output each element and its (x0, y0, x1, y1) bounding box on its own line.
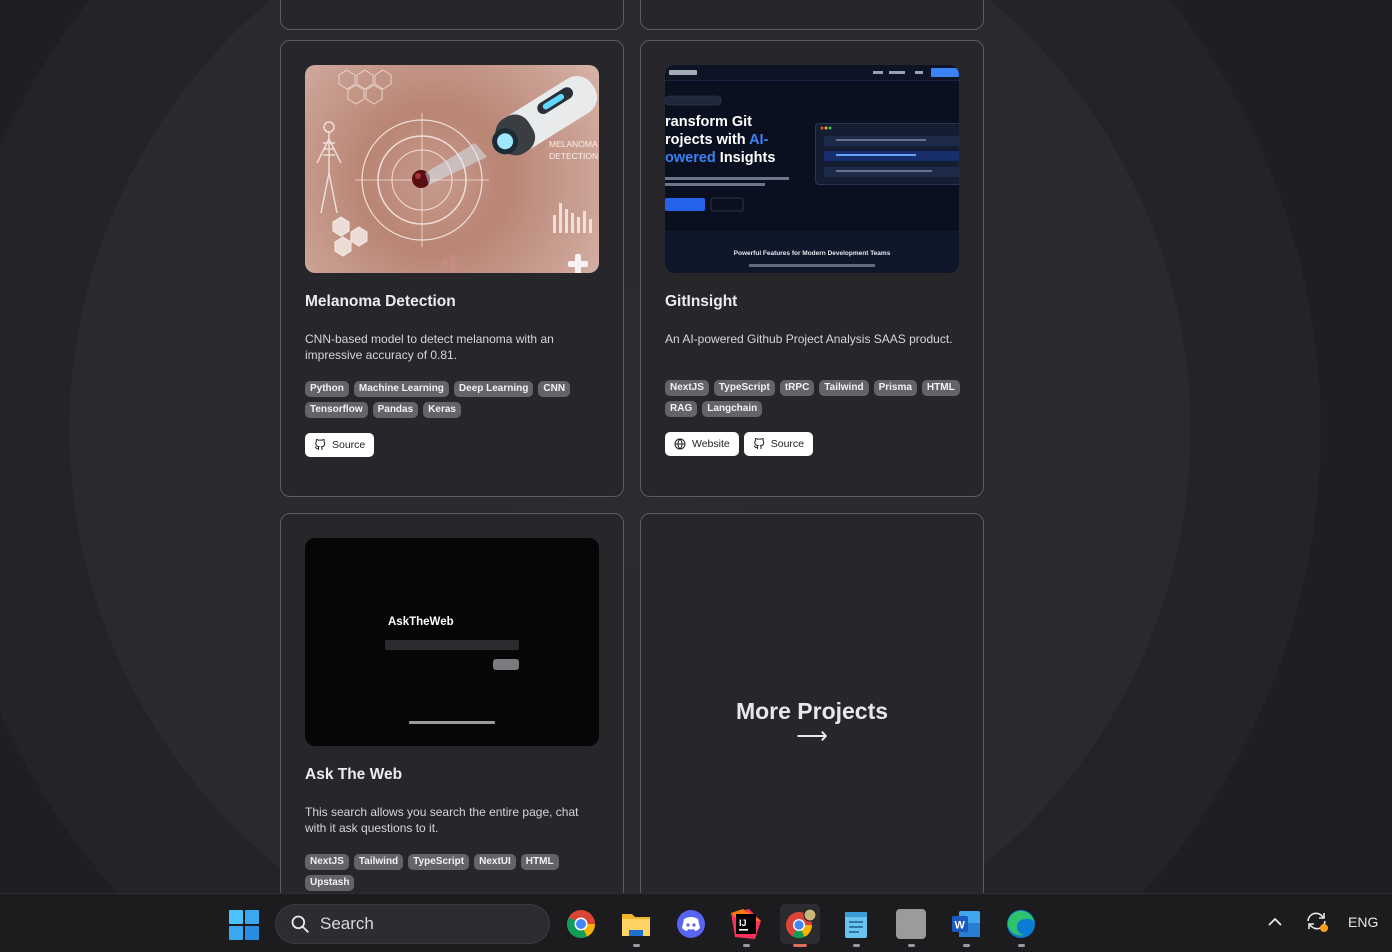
more-projects-label: More Projects (735, 697, 889, 724)
tag-list: NextJS Tailwind TypeScript NextUI HTML U… (305, 854, 605, 891)
taskbar-search[interactable]: Search (275, 904, 550, 944)
taskbar: Search IJ W ENG (0, 893, 1392, 952)
thumb-footer: Powerful Features for Modern Development… (733, 250, 891, 257)
tag: NextJS (305, 854, 349, 870)
chevron-up-icon[interactable] (1264, 911, 1286, 933)
arrow-right-icon: ⟶ (796, 722, 828, 748)
notepad-icon[interactable] (836, 904, 876, 947)
tag: tRPC (779, 380, 815, 396)
globe-icon (674, 438, 686, 450)
intellij-icon[interactable]: IJ (726, 904, 766, 947)
thumb-detection-text: DETECTION (549, 151, 598, 161)
project-description: An AI-powered Github Project Analysis SA… (665, 332, 953, 346)
edge-icon[interactable] (1001, 904, 1041, 947)
blank-app-icon[interactable] (891, 904, 931, 947)
project-card-partial[interactable] (280, 0, 624, 30)
project-description: CNN-based model to detect melanoma with … (305, 332, 554, 362)
tag: CNN (538, 381, 571, 397)
thumb-input (385, 640, 519, 650)
project-thumbnail[interactable]: ransform Git rojects with AI- owered Ins… (665, 65, 959, 273)
tag: RAG (665, 401, 698, 417)
project-title: Melanoma Detection (305, 293, 456, 310)
svg-text:IJ: IJ (739, 918, 747, 928)
tag: Tailwind (353, 854, 404, 870)
chrome-profile-icon[interactable] (780, 904, 820, 947)
thumb-melanoma-text: MELANOMA (549, 139, 598, 149)
source-label: Source (332, 439, 366, 451)
tag-list: Python Machine Learning Deep Learning CN… (305, 381, 605, 418)
thumb-title: AskTheWeb (388, 616, 454, 628)
tag: Langchain (702, 401, 763, 417)
source-button[interactable]: Source (305, 433, 375, 457)
source-button[interactable]: Source (743, 432, 814, 456)
thumb-heading: ransform Git rojects with AI- owered Ins… (665, 114, 776, 166)
windows-start-icon[interactable] (229, 910, 259, 940)
tag: Machine Learning (353, 381, 449, 397)
source-label: Source (770, 438, 805, 450)
project-card-ask-the-web[interactable]: AskTheWeb Ask The Web This search allows… (280, 513, 624, 933)
svg-text:W: W (955, 920, 966, 932)
github-icon (753, 438, 764, 449)
tag: Tailwind (819, 380, 869, 396)
project-card-partial[interactable] (640, 0, 984, 30)
tag: TypeScript (408, 854, 470, 870)
sync-icon[interactable] (1304, 908, 1330, 934)
project-title: GitInsight (665, 293, 738, 310)
tag-list: NextJS TypeScript tRPC Tailwind Prisma H… (665, 380, 965, 417)
tag: Deep Learning (453, 381, 534, 397)
project-title: Ask The Web (305, 766, 403, 783)
thumb-panel (815, 123, 959, 185)
tag: HTML (921, 380, 960, 396)
thumb-button (493, 659, 519, 670)
more-projects-link[interactable]: More Projects ⟶ (640, 513, 984, 933)
word-icon[interactable]: W (946, 904, 986, 947)
tag: NextJS (665, 380, 709, 396)
project-card-gitinsight[interactable]: ransform Git rojects with AI- owered Ins… (640, 40, 984, 497)
search-icon (291, 915, 309, 933)
tag: HTML (520, 854, 559, 870)
project-description: This search allows you search the entire… (305, 805, 579, 835)
website-button[interactable]: Website (665, 432, 739, 456)
tag: Upstash (305, 875, 355, 891)
tag: Python (305, 381, 349, 397)
github-icon (314, 439, 326, 450)
file-explorer-icon[interactable] (616, 904, 656, 947)
language-indicator[interactable]: ENG (1348, 914, 1378, 930)
website-label: Website (692, 438, 730, 450)
tag: Pandas (372, 402, 419, 418)
thumb-footer (409, 721, 495, 724)
discord-icon[interactable] (671, 904, 711, 944)
search-placeholder: Search (320, 914, 374, 933)
project-thumbnail[interactable]: MELANOMA DETECTION (305, 65, 599, 273)
tag: Keras (423, 402, 461, 418)
tag: Prisma (873, 380, 917, 396)
tag: TypeScript (713, 380, 775, 396)
tag: NextUI (474, 854, 516, 870)
chrome-icon[interactable] (561, 904, 601, 944)
project-thumbnail[interactable]: AskTheWeb (305, 538, 599, 746)
tag: Tensorflow (305, 402, 368, 418)
project-card-melanoma[interactable]: MELANOMA DETECTION Melanoma Detection CN… (280, 40, 624, 497)
